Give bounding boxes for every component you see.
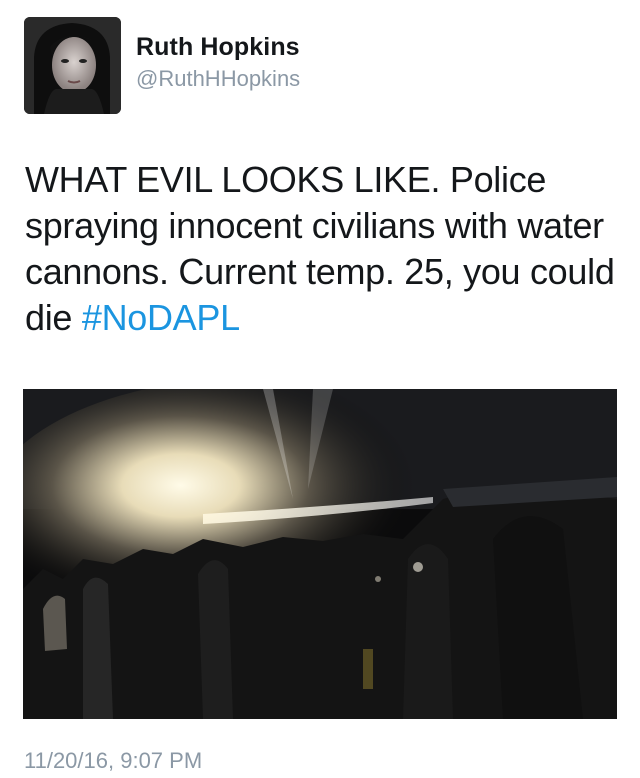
- hashtag-link[interactable]: #NoDAPL: [82, 297, 240, 338]
- avatar[interactable]: [24, 17, 121, 114]
- tweet-text: WHAT EVIL LOOKS LIKE. Police spraying in…: [25, 157, 625, 341]
- author-name[interactable]: Ruth Hopkins: [136, 33, 300, 62]
- tweet-media-image[interactable]: [23, 389, 617, 719]
- author-handle[interactable]: @RuthHHopkins: [136, 66, 300, 92]
- tweet-timestamp[interactable]: 11/20/16, 9:07 PM: [24, 748, 202, 774]
